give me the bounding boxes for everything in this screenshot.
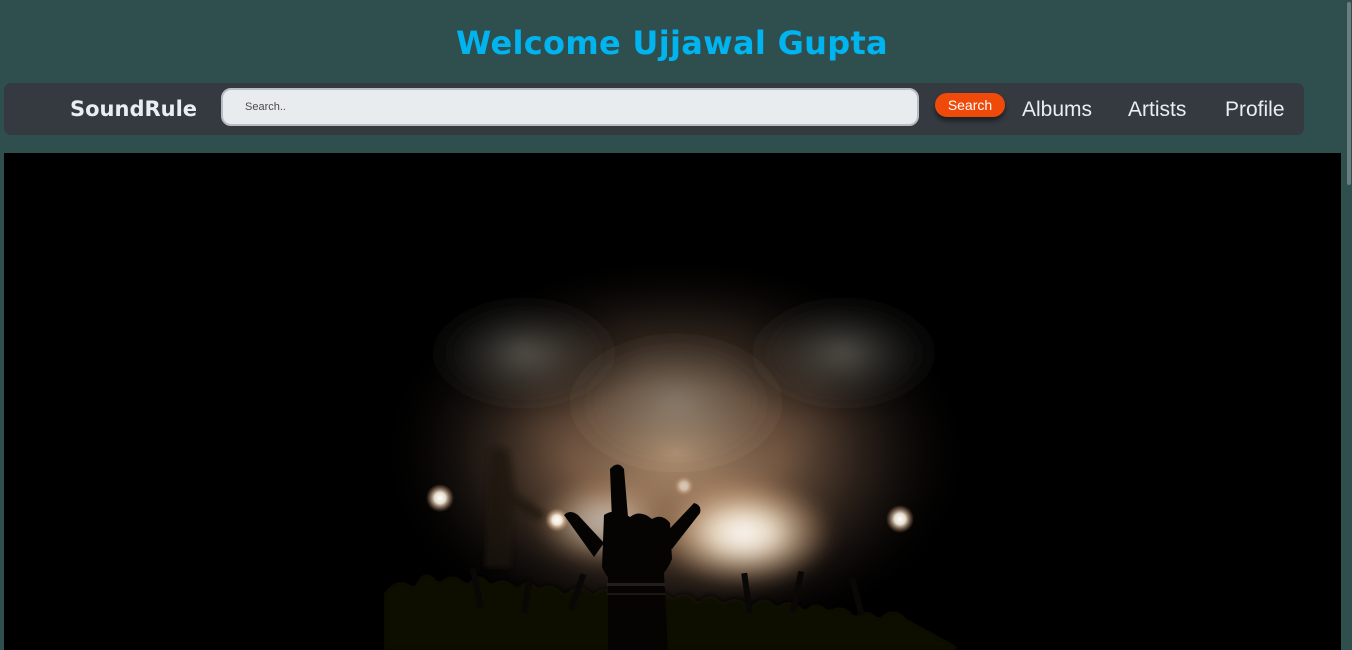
navbar: SoundRule Search Albums Artists Profile <box>4 83 1304 135</box>
search-button[interactable]: Search <box>935 93 1005 117</box>
brand-logo[interactable]: SoundRule <box>70 96 197 122</box>
page: Welcome Ujjawal Gupta SoundRule Search A… <box>0 0 1352 650</box>
scrollbar-thumb[interactable] <box>1347 2 1351 185</box>
concert-image <box>376 253 976 650</box>
search-input[interactable] <box>221 88 919 126</box>
welcome-heading: Welcome Ujjawal Gupta <box>456 24 888 62</box>
scrollbar[interactable] <box>1344 0 1352 650</box>
nav-link-profile[interactable]: Profile <box>1225 97 1285 123</box>
hero-image <box>4 153 1341 650</box>
nav-link-artists[interactable]: Artists <box>1128 97 1186 123</box>
nav-link-albums[interactable]: Albums <box>1022 97 1092 123</box>
